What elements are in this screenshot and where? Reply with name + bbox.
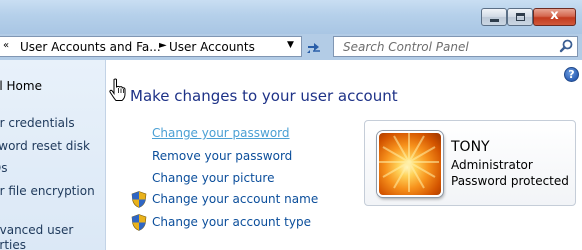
minimize-button[interactable] (481, 8, 507, 26)
close-icon: x (550, 8, 559, 23)
ids-link[interactable]: Ds (0, 161, 8, 175)
search-icon[interactable] (559, 39, 574, 54)
manage-credentials-link[interactable]: ur credentials (0, 116, 75, 130)
change-account-name-link[interactable]: Change your account name (152, 192, 318, 206)
left-task-pane: el Home ur credentials sword reset disk … (0, 60, 106, 250)
control-panel-home-link[interactable]: el Home (0, 79, 42, 93)
address-dropdown-icon[interactable]: ▼ (287, 40, 294, 50)
minimize-icon (490, 19, 499, 22)
change-account-type-link[interactable]: Change your account type (152, 215, 311, 229)
user-account-card: TONY Administrator Password protected (364, 120, 576, 206)
uac-shield-icon (131, 214, 147, 231)
refresh-icon[interactable] (305, 40, 323, 56)
breadcrumb-user-accounts[interactable]: User Accounts (169, 40, 255, 54)
remove-password-link[interactable]: Remove your password (152, 149, 292, 163)
search-box[interactable] (333, 36, 578, 57)
maximize-icon (516, 13, 525, 21)
breadcrumb-separator-icon[interactable]: ► (159, 40, 167, 51)
uac-shield-icon (131, 191, 147, 208)
user-password-status: Password protected (451, 174, 569, 188)
address-row: « User Accounts and Fa... ► User Account… (0, 34, 582, 60)
change-password-link[interactable]: Change your password (152, 126, 290, 140)
breadcrumb-user-accounts-family[interactable]: User Accounts and Fa... (20, 40, 161, 54)
address-bar[interactable]: « User Accounts and Fa... ► User Account… (0, 36, 302, 57)
search-input[interactable] (338, 38, 563, 55)
avatar (377, 131, 443, 197)
hand-cursor-icon (109, 78, 126, 101)
main-content: ? Make changes to your user account Chan… (106, 60, 582, 250)
maximize-button[interactable] (507, 8, 533, 26)
password-reset-disk-link[interactable]: sword reset disk (0, 139, 90, 153)
user-name: TONY (451, 139, 490, 155)
overflow-chevron-icon[interactable]: « (3, 40, 9, 51)
user-account-type: Administrator (451, 158, 533, 172)
change-picture-link[interactable]: Change your picture (152, 171, 274, 185)
advanced-user-properties-link-line2[interactable]: erties (0, 238, 26, 250)
help-icon[interactable]: ? (564, 67, 579, 82)
file-encryption-link[interactable]: ur file encryption (0, 184, 95, 198)
page-title: Make changes to your user account (130, 87, 398, 105)
title-bar: x (0, 0, 582, 34)
close-button[interactable]: x (533, 8, 576, 26)
advanced-user-properties-link[interactable]: dvanced user (0, 223, 73, 237)
